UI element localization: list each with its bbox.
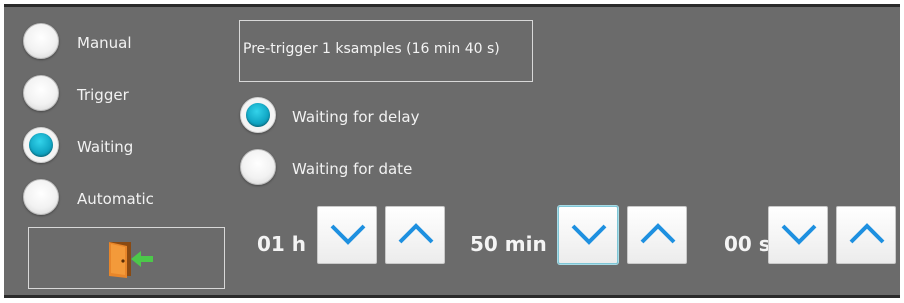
minutes-decrement-button[interactable] bbox=[558, 206, 618, 264]
exit-door-icon bbox=[109, 242, 153, 278]
mode-label-automatic: Automatic bbox=[77, 190, 154, 208]
radio-button-manual[interactable] bbox=[23, 23, 59, 59]
mode-label-manual: Manual bbox=[77, 34, 132, 52]
hours-decrement-button[interactable] bbox=[317, 206, 377, 264]
seconds-value: 00 s bbox=[724, 232, 771, 256]
minutes-increment-button[interactable] bbox=[627, 206, 687, 264]
chevron-down-icon bbox=[330, 224, 366, 245]
radio-button-trigger[interactable] bbox=[23, 75, 59, 111]
seconds-decrement-button[interactable] bbox=[768, 206, 828, 264]
waiting-label-date: Waiting for date bbox=[292, 160, 413, 178]
pretrigger-info-box: Pre-trigger 1 ksamples (16 min 40 s) bbox=[239, 20, 533, 82]
hours-increment-button[interactable] bbox=[385, 206, 445, 264]
chevron-up-icon bbox=[640, 223, 676, 244]
mode-label-waiting: Waiting bbox=[77, 138, 134, 156]
mode-label-trigger: Trigger bbox=[77, 86, 129, 104]
chevron-up-icon bbox=[398, 223, 434, 244]
radio-button-waiting-date[interactable] bbox=[240, 149, 276, 185]
radio-selected-dot bbox=[246, 103, 270, 127]
chevron-down-icon bbox=[571, 224, 607, 245]
chevron-up-icon bbox=[849, 223, 885, 244]
radio-selected-dot bbox=[29, 133, 53, 157]
radio-button-waiting-delay[interactable] bbox=[240, 97, 276, 133]
waiting-label-delay: Waiting for delay bbox=[292, 108, 420, 126]
chevron-down-icon bbox=[781, 224, 817, 245]
minutes-value: 50 min bbox=[470, 232, 547, 256]
seconds-increment-button[interactable] bbox=[836, 206, 896, 264]
hours-value: 01 h bbox=[257, 232, 307, 256]
radio-button-automatic[interactable] bbox=[23, 179, 59, 215]
radio-button-waiting[interactable] bbox=[23, 127, 59, 163]
pretrigger-text: Pre-trigger 1 ksamples (16 min 40 s) bbox=[243, 41, 500, 57]
waiting-mode-panel: Manual Trigger Waiting Automatic Pre-tri… bbox=[4, 4, 900, 298]
exit-button[interactable] bbox=[28, 227, 225, 289]
